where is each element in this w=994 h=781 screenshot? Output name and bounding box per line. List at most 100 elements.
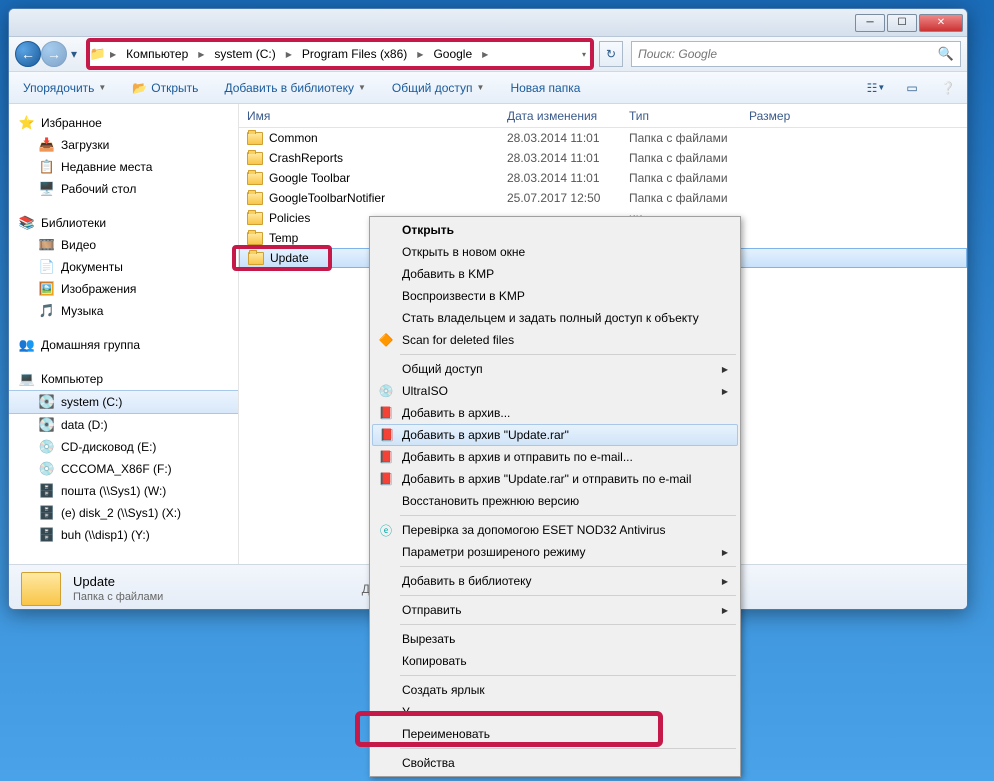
col-name[interactable]: Имя [247,109,507,123]
open-button[interactable]: 📂Открыть [126,77,204,99]
breadcrumb[interactable]: 📁 ▶ Компьютер ▶ system (C:) ▶ Program Fi… [87,41,593,67]
sidebar-favorites[interactable]: ⭐Избранное [9,112,238,134]
file-name: Temp [269,231,298,245]
breadcrumb-progfiles[interactable]: Program Files (x86) [296,42,413,66]
sidebar-images[interactable]: 🖼️Изображения [9,278,238,300]
view-button[interactable]: ☷ ▼ [865,77,887,99]
sidebar-drive-y[interactable]: 🗄️buh (\\disp1) (Y:) [9,524,238,546]
cm-restore[interactable]: Восстановить прежнюю версию [372,490,738,512]
breadcrumb-sep[interactable]: ▶ [282,50,296,59]
document-icon: 📄 [39,259,55,275]
cm-rename[interactable]: Переименовать [372,723,738,745]
breadcrumb-sep[interactable]: ▶ [478,50,492,59]
refresh-button[interactable]: ↻ [599,41,623,67]
cd-icon: 💿 [39,439,55,455]
help-button[interactable]: ❔ [937,77,959,99]
close-button[interactable]: ✕ [919,14,963,32]
scan-icon: 🔶 [378,332,394,348]
toolbar: Упорядочить▼ 📂Открыть Добавить в библиот… [9,72,967,104]
cm-shortcut[interactable]: Создать ярлык [372,679,738,701]
drive-icon: 💽 [39,394,55,410]
sidebar-desktop[interactable]: 🖥️Рабочий стол [9,178,238,200]
sidebar-drive-e[interactable]: 💿CD-дисковод (E:) [9,436,238,458]
cd-icon: 💿 [39,461,55,477]
netdrive-icon: 🗄️ [39,483,55,499]
sidebar-drive-d[interactable]: 💽data (D:) [9,414,238,436]
video-icon: 🎞️ [39,237,55,253]
cm-delete[interactable]: У [372,701,738,723]
sidebar-drive-f[interactable]: 💿CCCOMA_X86F (F:) [9,458,238,480]
history-dropdown[interactable]: ▾ [67,44,81,64]
cm-archive-rar[interactable]: 📕Добавить в архив "Update.rar" [372,424,738,446]
search-icon[interactable]: 🔍 [938,46,954,62]
sidebar-video[interactable]: 🎞️Видео [9,234,238,256]
col-size[interactable]: Размер [749,109,829,123]
cm-properties[interactable]: Свойства [372,752,738,774]
cm-copy[interactable]: Копировать [372,650,738,672]
cm-share[interactable]: Общий доступ▶ [372,358,738,380]
sidebar-computer[interactable]: 💻Компьютер [9,368,238,390]
back-button[interactable]: ← [15,41,41,67]
addlib-button[interactable]: Добавить в библиотеку▼ [218,77,371,99]
status-type: Папка с файлами [73,591,163,603]
cm-scan[interactable]: 🔶Scan for deleted files [372,329,738,351]
sidebar-libraries[interactable]: 📚Библиотеки [9,212,238,234]
breadcrumb-dropdown[interactable]: ▾ [578,50,590,59]
cm-play-kmp[interactable]: Воспроизвести в KMP [372,285,738,307]
cm-send[interactable]: Отправить▶ [372,599,738,621]
cm-addlib[interactable]: Добавить в библиотеку▶ [372,570,738,592]
cm-open-new[interactable]: Открыть в новом окне [372,241,738,263]
sidebar-documents[interactable]: 📄Документы [9,256,238,278]
breadcrumb-sep[interactable]: ▶ [106,50,120,59]
cm-eset-param[interactable]: Параметри розширеного режиму▶ [372,541,738,563]
forward-button[interactable]: → [41,41,67,67]
organize-button[interactable]: Упорядочить▼ [17,77,112,99]
sidebar-recent[interactable]: 📋Недавние места [9,156,238,178]
cm-open[interactable]: Открыть [372,219,738,241]
netdrive-icon: 🗄️ [39,505,55,521]
file-row[interactable]: Common 28.03.2014 11:01 Папка с файлами [239,128,967,148]
sidebar-drive-x[interactable]: 🗄️(e) disk_2 (\\Sys1) (X:) [9,502,238,524]
maximize-button[interactable]: ☐ [887,14,917,32]
star-icon: ⭐ [19,115,35,131]
sidebar-drive-w[interactable]: 🗄️пошта (\\Sys1) (W:) [9,480,238,502]
netdrive-icon: 🗄️ [39,527,55,543]
search-box[interactable]: 🔍 [631,41,961,67]
sidebar-music[interactable]: 🎵Музыка [9,300,238,322]
file-row[interactable]: Google Toolbar 28.03.2014 11:01 Папка с … [239,168,967,188]
status-name: Update [73,574,163,589]
cm-archive-rar-mail[interactable]: 📕Добавить в архив "Update.rar" и отправи… [372,468,738,490]
file-row[interactable]: CrashReports 28.03.2014 11:01 Папка с фа… [239,148,967,168]
breadcrumb-sep[interactable]: ▶ [194,50,208,59]
folder-icon [247,192,263,205]
file-type: Папка с файлами [629,171,749,185]
col-type[interactable]: Тип [629,109,749,123]
col-date[interactable]: Дата изменения [507,109,629,123]
cm-archive-mail[interactable]: 📕Добавить в архив и отправить по e-mail.… [372,446,738,468]
cm-owner[interactable]: Стать владельцем и задать полный доступ … [372,307,738,329]
music-icon: 🎵 [39,303,55,319]
file-type: Папка с файлами [629,151,749,165]
folder-icon [247,172,263,185]
cm-add-kmp[interactable]: Добавить в KMP [372,263,738,285]
breadcrumb-computer[interactable]: Компьютер [120,42,194,66]
breadcrumb-drive[interactable]: system (C:) [208,42,281,66]
cm-eset[interactable]: ⓔПеревірка за допомогою ESET NOD32 Antiv… [372,519,738,541]
breadcrumb-sep[interactable]: ▶ [413,50,427,59]
column-headers: Имя Дата изменения Тип Размер [239,104,967,128]
sidebar-downloads[interactable]: 📥Загрузки [9,134,238,156]
search-input[interactable] [638,47,938,61]
rar-icon: 📕 [379,427,395,443]
cm-archive[interactable]: 📕Добавить в архив... [372,402,738,424]
share-button[interactable]: Общий доступ▼ [386,77,491,99]
eset-icon: ⓔ [378,522,394,538]
sidebar-homegroup[interactable]: 👥Домашняя группа [9,334,238,356]
sidebar-drive-c[interactable]: 💽system (C:) [9,390,238,414]
breadcrumb-google[interactable]: Google [427,42,478,66]
file-row[interactable]: GoogleToolbarNotifier 25.07.2017 12:50 П… [239,188,967,208]
newfolder-button[interactable]: Новая папка [504,77,586,99]
cm-ultraiso[interactable]: 💿UltraISO▶ [372,380,738,402]
cm-cut[interactable]: Вырезать [372,628,738,650]
minimize-button[interactable]: ─ [855,14,885,32]
preview-button[interactable]: ▭ [901,77,923,99]
